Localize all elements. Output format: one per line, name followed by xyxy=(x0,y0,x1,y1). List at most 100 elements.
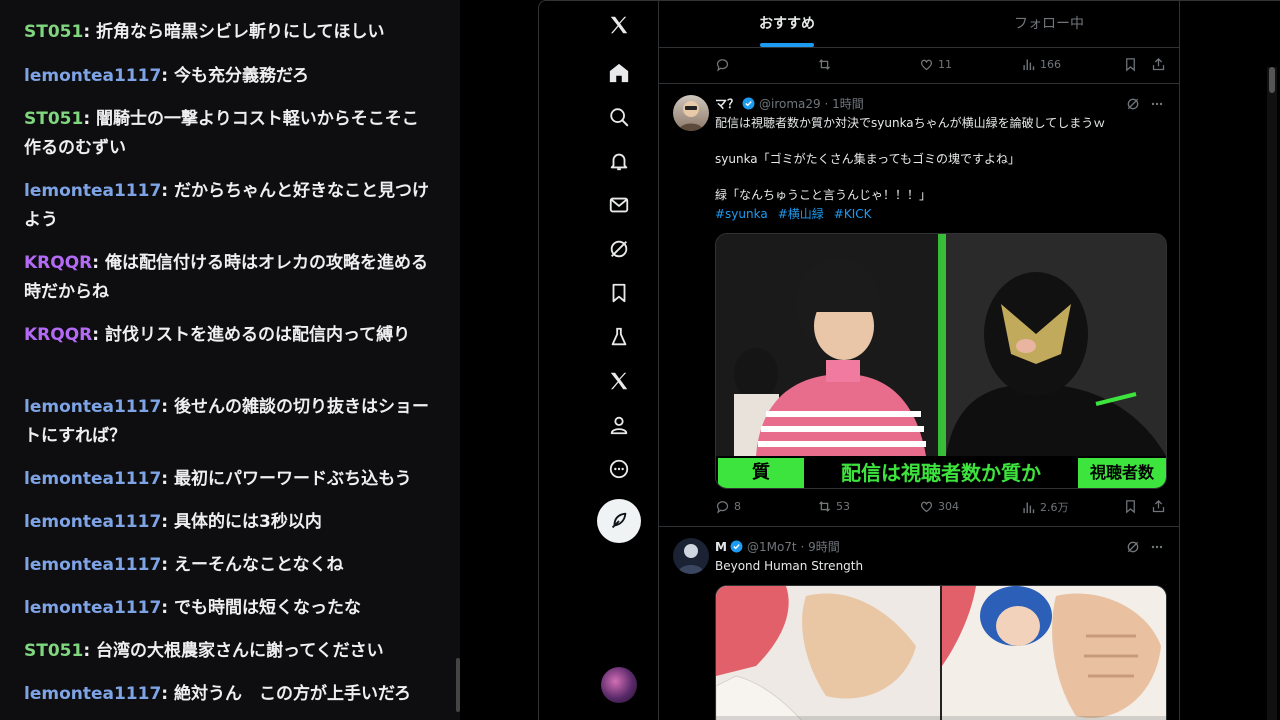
tweet-avatar[interactable] xyxy=(673,538,709,574)
chat-text: 折角なら暗黒シビレ斬りにしてほしい xyxy=(96,22,385,42)
chat-message: ST051: 折角なら暗黒シビレ斬りにしてほしい xyxy=(24,22,385,42)
background-gap xyxy=(460,0,538,720)
retweet-icon xyxy=(819,501,830,512)
chat-text: 最初にパワーワードぶち込もう xyxy=(174,469,412,489)
like-button[interactable]: 11 xyxy=(919,57,952,72)
share-button[interactable] xyxy=(1151,499,1166,514)
verified-badge-icon xyxy=(742,97,755,110)
chat-text: 今も充分義務だろ xyxy=(174,66,309,86)
tweet-text-line: 配信は視聴者数か質か対決でsyunkaちゃんが横山緑を論破してしまうｗ xyxy=(715,116,1106,130)
author-handle-time[interactable]: @iroma29 · 1時間 xyxy=(759,95,864,112)
hashtag-link[interactable]: #syunka xyxy=(715,207,768,221)
reply-button[interactable]: 8 xyxy=(715,499,741,514)
retweet-button[interactable] xyxy=(817,57,832,72)
divider xyxy=(659,83,1179,84)
chat-username[interactable]: lemontea1117 xyxy=(24,181,161,201)
tweet-video[interactable]: 質 配信は視聴者数か質か 視聴者数 xyxy=(715,233,1167,489)
tab-recommended[interactable]: おすすめ xyxy=(659,1,915,47)
hashtag-link[interactable]: #KICK xyxy=(834,207,872,221)
chat-message: lemontea1117: だからちゃんと好きなこと見つけよう xyxy=(24,181,430,230)
tweet-text-line: 緑「なんちゅうこと言うんじゃ！！！」 xyxy=(715,188,932,202)
views-icon xyxy=(1023,502,1035,513)
chat-message: KRQQR: 討伐リストを進めるのは配信内って縛り xyxy=(24,325,411,345)
more-options-icon[interactable] xyxy=(1149,96,1165,112)
reply-icon xyxy=(716,59,729,72)
chat-username[interactable]: KRQQR xyxy=(24,253,92,273)
hashtag-row: #syunka #横山緑 #KICK xyxy=(715,205,882,223)
profile-icon[interactable] xyxy=(605,411,633,439)
divider xyxy=(659,47,1179,48)
bookmark-button[interactable] xyxy=(1123,57,1138,72)
home-icon[interactable] xyxy=(605,59,633,87)
page-scrollbar-track[interactable] xyxy=(1267,67,1277,720)
chat-text: でも時間は短くなったな xyxy=(174,598,362,618)
like-count: 304 xyxy=(938,500,959,513)
video-frame-image xyxy=(716,234,1166,488)
heart-icon xyxy=(920,59,933,71)
tweet-image[interactable] xyxy=(715,585,1167,720)
chat-username[interactable]: lemontea1117 xyxy=(24,684,161,704)
chat-username[interactable]: ST051 xyxy=(24,641,83,661)
chat-username[interactable]: lemontea1117 xyxy=(24,555,161,575)
author-name[interactable]: マ？ xyxy=(715,95,739,112)
grok-icon[interactable] xyxy=(605,235,633,263)
messages-icon[interactable] xyxy=(605,191,633,219)
notifications-icon[interactable] xyxy=(605,147,633,175)
views-icon xyxy=(1023,59,1035,71)
account-avatar[interactable] xyxy=(601,667,637,703)
tab-following[interactable]: フォロー中 xyxy=(919,1,1179,47)
author-name[interactable]: M xyxy=(715,540,727,554)
feather-icon xyxy=(611,512,627,529)
hashtag-link[interactable]: #横山緑 xyxy=(778,207,824,221)
grok-explain-icon[interactable] xyxy=(1125,96,1141,112)
chat-message: ST051: 闇騎士の一撃よりコスト軽いからそこそこ作るのむずい xyxy=(24,109,419,158)
caption-center: 配信は視聴者数か質か xyxy=(841,461,1041,485)
verified-badge-icon xyxy=(730,540,743,553)
retweet-button[interactable]: 53 xyxy=(817,499,850,514)
heart-icon xyxy=(920,501,933,513)
chat-message: lemontea1117: 具体的には3秒以内 xyxy=(24,512,322,532)
grok-explain-icon[interactable] xyxy=(1125,539,1141,555)
chat-username[interactable]: lemontea1117 xyxy=(24,66,161,86)
search-icon[interactable] xyxy=(605,103,633,131)
chat-message: lemontea1117: 後せんの雑談の切り抜きはショートにすれば？ xyxy=(24,397,430,446)
bookmark-icon xyxy=(1126,58,1135,72)
x-logo-icon[interactable] xyxy=(605,11,633,39)
retweet-count: 53 xyxy=(836,500,850,513)
tweet-text-line: Beyond Human Strength xyxy=(715,559,864,573)
chat-message: lemontea1117: 今も充分義務だろ xyxy=(24,66,309,86)
chat-username[interactable]: ST051 xyxy=(24,109,83,129)
more-options-icon[interactable] xyxy=(1149,539,1165,555)
tweet-avatar[interactable] xyxy=(673,95,709,131)
chat-message: lemontea1117: えーそんなことなくね xyxy=(24,555,344,575)
chat-message: lemontea1117: 最初にパワーワードぶち込もう xyxy=(24,469,412,489)
retweet-icon xyxy=(819,59,830,70)
reply-button[interactable] xyxy=(715,57,730,72)
chat-text: 具体的には3秒以内 xyxy=(174,512,322,532)
author-handle-time[interactable]: @1Mo7t · 9時間 xyxy=(747,538,840,555)
x-premium-icon[interactable] xyxy=(605,367,633,395)
views-button[interactable]: 2.6万 xyxy=(1021,499,1069,515)
chat-text: 討伐リストを進めるのは配信内って縛り xyxy=(104,325,411,345)
chat-username[interactable]: KRQQR xyxy=(24,325,92,345)
chat-username[interactable]: ST051 xyxy=(24,22,83,42)
tweet-image-art xyxy=(716,586,1166,720)
chat-username[interactable]: lemontea1117 xyxy=(24,469,161,489)
reply-icon xyxy=(716,501,729,514)
chat-username[interactable]: lemontea1117 xyxy=(24,512,161,532)
compose-post-button[interactable] xyxy=(597,499,641,543)
share-button[interactable] xyxy=(1151,57,1166,72)
bookmarks-icon[interactable] xyxy=(605,279,633,307)
more-icon[interactable] xyxy=(605,455,633,483)
share-icon xyxy=(1152,57,1165,71)
like-button[interactable]: 304 xyxy=(919,499,959,514)
bookmark-button[interactable] xyxy=(1123,499,1138,514)
twitter-window: おすすめ フォロー中 11 166 マ？ @iroma29 · 1時間 配信は視… xyxy=(538,0,1280,720)
reply-count: 8 xyxy=(734,500,741,513)
page-scrollbar-thumb[interactable] xyxy=(1269,67,1275,93)
chat-username[interactable]: lemontea1117 xyxy=(24,598,161,618)
chat-text: 闇騎士の一撃よりコスト軽いからそこそこ作るのむずい xyxy=(24,109,419,158)
chat-username[interactable]: lemontea1117 xyxy=(24,397,161,417)
views-button[interactable]: 166 xyxy=(1021,57,1061,72)
premium-icon[interactable] xyxy=(605,323,633,351)
